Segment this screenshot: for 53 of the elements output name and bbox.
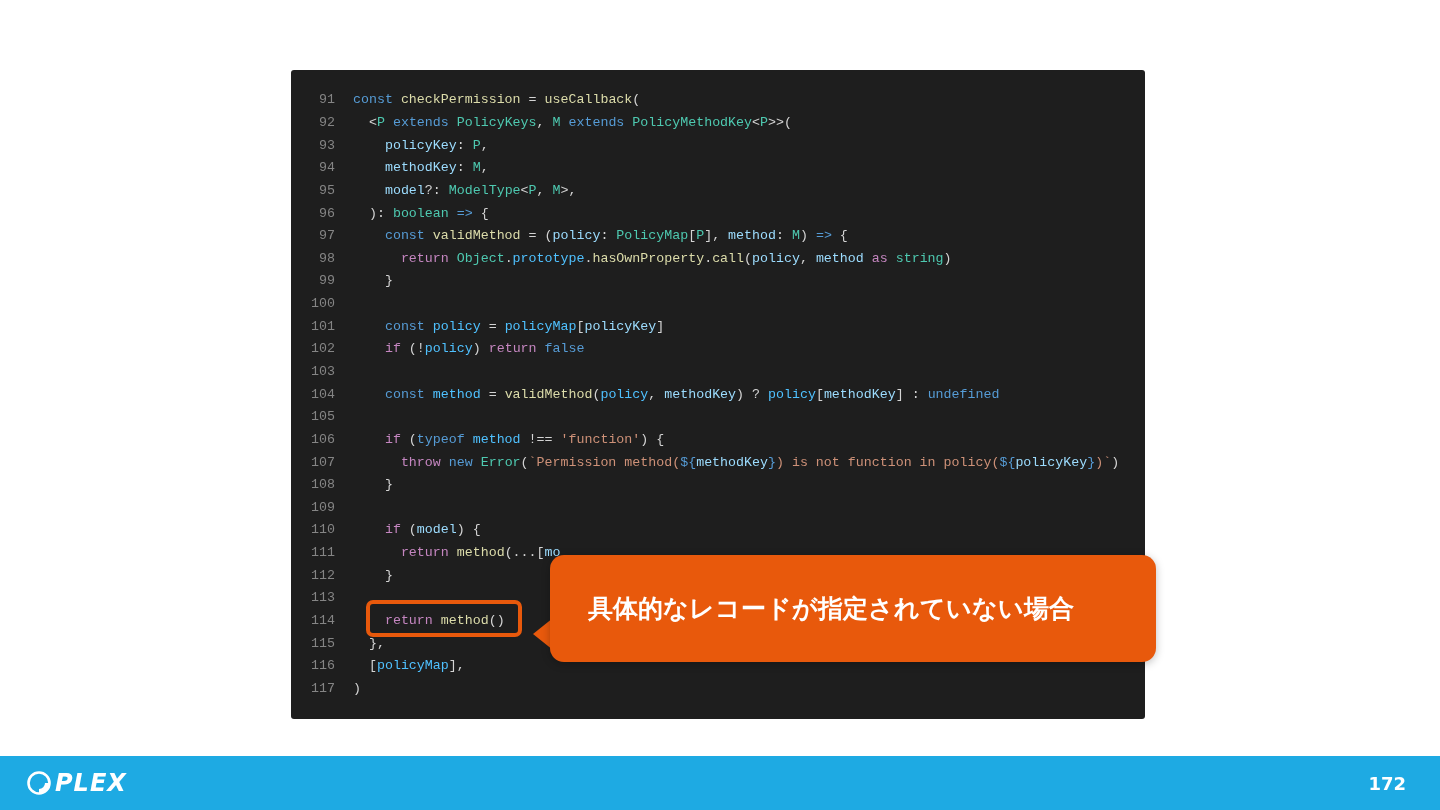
code-line: },: [367, 634, 385, 653]
line-number: 103: [311, 363, 335, 381]
line-number: 91: [319, 91, 335, 110]
logo-icon: [26, 770, 52, 796]
code-line: return Object.prototype.hasOwnProperty.call(policy, method as string): [399, 249, 952, 268]
code-line: }: [383, 566, 393, 585]
code-line: const method = validMethod(policy, methodKey) ? policy[methodKey] : undefined: [383, 385, 1000, 404]
code-line: model?: ModelType<P, M>,: [383, 181, 577, 200]
line-number: 117: [311, 679, 335, 698]
line-number: 111: [311, 544, 335, 563]
line-number: 98: [319, 249, 335, 268]
brand-name: PLEX: [55, 769, 127, 797]
line-number: 92: [319, 113, 335, 132]
code-line: throw new Error(`Permission method(${methodKey}) is not function in policy(${policyKey})`): [399, 453, 1120, 472]
line-number: 113: [311, 589, 335, 608]
code-line: if (typeof method !== 'function') {: [383, 430, 665, 449]
line-number: 95: [319, 181, 335, 200]
code-line: return method(...[mo: [399, 544, 561, 563]
line-number: 110: [311, 521, 335, 540]
line-number: 115: [311, 634, 335, 653]
code-line: [policyMap],: [367, 657, 465, 676]
code-line: methodKey: M,: [383, 159, 489, 178]
code-line: const policy = policyMap[policyKey]: [383, 317, 665, 336]
line-number: 93: [319, 136, 335, 155]
line-number: 101: [311, 317, 335, 336]
callout-text: 具体的なレコードが指定されていない場合: [588, 593, 1074, 625]
line-number: 116: [311, 657, 335, 676]
code-line: ): boolean => {: [367, 204, 489, 223]
code-line: ): [353, 679, 361, 698]
line-number: 94: [319, 159, 335, 178]
line-number: 105: [311, 408, 335, 427]
line-number: 96: [319, 204, 335, 223]
line-number: 107: [311, 453, 335, 472]
line-number: 109: [311, 498, 335, 517]
code-line: policyKey: P,: [383, 136, 489, 155]
line-number: 108: [311, 476, 335, 495]
code-line: if (model) {: [383, 521, 481, 540]
line-number: 99: [319, 272, 335, 291]
code-line: const checkPermission = useCallback(: [353, 91, 641, 110]
page-number: 172: [1368, 772, 1406, 794]
line-number: 102: [311, 340, 335, 359]
code-line: }: [383, 476, 393, 495]
code-line: const validMethod = (policy: PolicyMap[P], method: M) => {: [383, 227, 848, 246]
code-line: if (!policy) return false: [383, 340, 585, 359]
line-number: 100: [311, 295, 335, 314]
code-line: }: [383, 272, 393, 291]
code-line: return method(): [383, 612, 505, 631]
line-number: 112: [311, 566, 335, 585]
line-number: 97: [319, 227, 335, 246]
line-number: 106: [311, 430, 335, 449]
line-number: 114: [311, 612, 335, 631]
code-line: <P extends PolicyKeys, M extends PolicyMethodKey<P>>(: [367, 113, 792, 132]
line-number: 104: [311, 385, 335, 404]
